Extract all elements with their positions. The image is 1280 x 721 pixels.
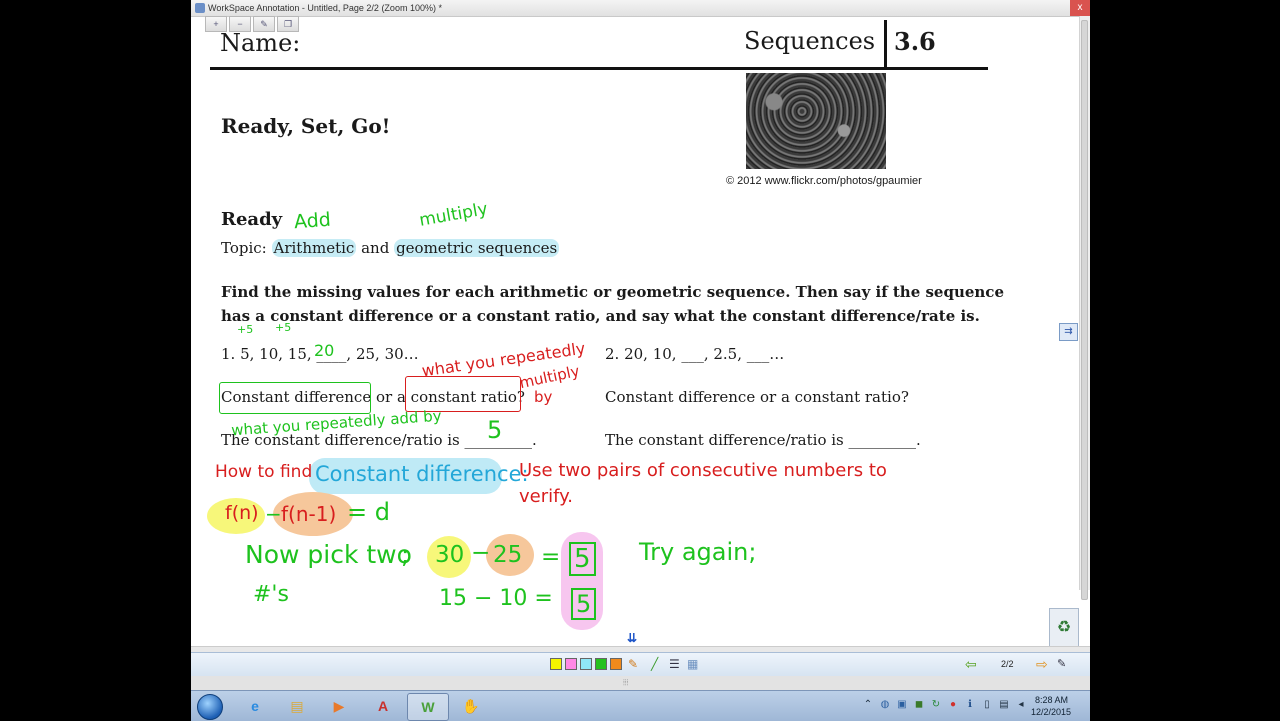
tray-app-icon[interactable]: ◼ [913,699,925,711]
tools-menu-icon[interactable]: ✎ [1057,657,1066,670]
question-2: Constant difference or a constant ratio? [605,388,909,406]
side-panel-toggle-button[interactable]: ⇉ [1059,323,1078,341]
close-button[interactable]: x [1070,0,1090,16]
ink-now-pick: Now pick two [245,540,412,569]
ink-dash: − [471,540,491,566]
ready-heading: Ready [221,209,283,230]
tray-sync-icon[interactable]: ↻ [930,699,942,711]
eraser-tool-icon[interactable]: ▦ [687,656,698,672]
taskbar-acrobat[interactable]: A [363,693,403,719]
photo-credit: © 2012 www.flickr.com/photos/gpaumier [726,175,922,187]
topic-line: Topic: Arithmetic and geometric sequence… [221,239,560,257]
ink-how-to-find: How to find [215,462,313,482]
ink-minus: − [265,502,282,526]
vertical-scroll-thumb[interactable] [1081,20,1088,600]
ink-by: by [534,388,553,406]
ink-multiply: multiply [417,199,490,231]
box-constant-difference [219,382,371,414]
ink-verify: verify. [519,486,573,507]
ink-constant-difference: Constant difference: [315,462,529,486]
instructions-line-2: has a constant difference or a constant … [221,307,980,325]
tray-chevron-icon[interactable]: ⌃ [862,699,874,711]
ink-hash-s: #'s [253,582,289,607]
pen-tool-icon[interactable]: ╱ [651,656,658,672]
topic-geometric: geometric sequences [394,239,560,257]
instructions: Find the missing values for each arithme… [221,280,1004,328]
vertical-scrollbar[interactable] [1079,16,1090,600]
taskbar-media-player[interactable]: ▶ [319,693,359,719]
tray-record-icon[interactable]: ● [947,699,959,711]
ink-plus5-a: +5 [237,323,254,336]
tray-display-icon[interactable]: ▣ [896,699,908,711]
ink-try-again: Try again; [639,538,757,566]
taskbar-app-six[interactable]: ✋ [451,693,491,719]
tray-power-icon[interactable]: ▯ [981,699,993,711]
ink-semicolon: ; [401,540,410,569]
start-button[interactable] [197,694,223,720]
line-width-icon[interactable]: ☰ [669,656,680,672]
title-bar: WorkSpace Annotation - Untitled, Page 2/… [191,0,1090,17]
scroll-down-icon[interactable]: ⇊ [627,631,637,645]
clock-date[interactable]: 12/2/2015 [1031,707,1071,717]
clock-time[interactable]: 8:28 AM [1035,695,1068,705]
document-page[interactable]: Name: Sequences 3.6 © 2012 www.flickr.co… [191,16,1080,646]
color-swatch-green[interactable] [595,658,607,670]
box-constant-ratio [405,376,521,412]
app-window: WorkSpace Annotation - Untitled, Page 2/… [191,0,1090,720]
tray-network-icon[interactable]: ◍ [879,699,891,711]
annotation-toolbar: ✎ ╱ ☰ ▦ ⇦ 2/2 ⇨ ✎ [191,652,1090,677]
header-rule [210,67,988,70]
sequences-label: Sequences [744,27,876,55]
name-label: Name: [220,29,301,57]
taskbar-internet-explorer[interactable]: e [235,693,275,719]
topic-and: and [356,239,395,257]
section-title: Ready, Set, Go! [221,114,391,138]
taskbar: e ▤ ▶ A W ✋ ⌃ ◍ ▣ ◼ ↻ ● ℹ ▯ ▤ ◂ 8:28 AM … [191,690,1090,721]
instructions-line-1: Find the missing values for each arithme… [221,283,1004,301]
arrow-left-icon[interactable]: ⇦ [965,656,977,673]
taskbar-file-explorer[interactable]: ▤ [277,693,317,719]
ink-fn: f(n) [225,502,259,524]
ink-add: Add [293,208,332,234]
ink-blank-20: 20 [314,341,335,360]
color-swatch-pink[interactable] [565,658,577,670]
header-divider [884,20,887,68]
color-swatch-yellow[interactable] [550,658,562,670]
ink-thirty: 30 [435,542,465,568]
ink-five-answer: 5 [487,416,503,444]
tray-volume-icon[interactable]: ◂ [1015,699,1027,711]
problem-2: 2. 20, 10, ___, 2.5, ___… [605,345,785,363]
page-indicator: 2/2 [1001,659,1014,669]
color-swatch-cyan[interactable] [580,658,592,670]
ink-plus5-b: +5 [275,321,292,334]
highlighter-tool-icon[interactable]: ✎ [628,656,638,672]
tray-wifi-icon[interactable]: ▤ [998,699,1010,711]
grip-icon: ⦙⦙⦙ [623,678,629,687]
section-number: 3.6 [894,27,936,56]
topic-prefix: Topic: [221,239,272,257]
arrow-right-icon[interactable]: ⇨ [1036,656,1048,673]
crowd-photo [746,73,886,169]
ink-equals: = [541,544,561,570]
app-icon [195,3,205,13]
taskbar-workspace[interactable]: W [407,693,449,721]
tray-info-icon[interactable]: ℹ [964,699,976,711]
color-swatch-orange[interactable] [610,658,622,670]
window-title: WorkSpace Annotation - Untitled, Page 2/… [208,3,442,13]
ink-twenty-five: 25 [493,542,523,568]
topic-arithmetic: Arithmetic [271,239,357,257]
recycle-bin-icon[interactable]: ♻ [1049,608,1079,648]
ink-fn1: f(n-1) [281,502,337,526]
ink-equals-d: = d [347,498,390,526]
ink-fifteen-minus-ten: 15 − 10 = [439,586,553,611]
ink-use-two-pairs: Use two pairs of consecutive numbers to [519,460,887,481]
answer-line-2: The constant difference/ratio is _______… [605,431,921,449]
ink-five-box-1: 5 [569,542,596,576]
panel-grip[interactable]: ⦙⦙⦙ [191,676,1090,690]
ink-five-box-2: 5 [571,588,597,620]
